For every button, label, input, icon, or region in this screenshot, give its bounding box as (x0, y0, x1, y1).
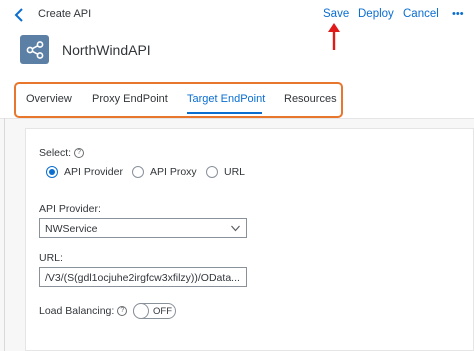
radio-url-label: URL (224, 166, 246, 178)
back-arrow-icon[interactable] (12, 7, 28, 23)
radio-api-proxy-label: API Proxy (150, 166, 197, 178)
more-options-icon[interactable]: ••• (452, 8, 464, 20)
radio-url[interactable] (206, 166, 218, 178)
deploy-button[interactable]: Deploy (358, 8, 394, 20)
help-icon[interactable]: ? (74, 148, 85, 159)
radio-api-provider[interactable] (46, 166, 58, 178)
divider (4, 118, 5, 351)
load-balancing-toggle[interactable]: OFF (133, 303, 176, 319)
tab-highlight-annotation (14, 82, 343, 118)
radio-api-provider-label: API Provider (64, 166, 123, 178)
url-value: /V3/(S(gdl1ocjuhe2irgfcw3xfilzy))/OData.… (45, 272, 240, 284)
target-endpoint-panel (25, 128, 474, 351)
help-icon[interactable]: ? (117, 306, 128, 317)
toggle-state: OFF (153, 306, 172, 317)
shell-bar: Create API Save Deploy Cancel ••• (0, 0, 474, 30)
cancel-button[interactable]: Cancel (403, 8, 439, 20)
save-button[interactable]: Save (323, 8, 349, 20)
api-provider-select[interactable]: NWService (39, 218, 247, 238)
select-label: Select:? (39, 147, 85, 159)
page-title: Create API (38, 8, 92, 20)
annotation-arrow-icon (328, 23, 340, 50)
load-balancing-label: Load Balancing:? (39, 305, 128, 317)
url-field[interactable]: /V3/(S(gdl1ocjuhe2irgfcw3xfilzy))/OData.… (39, 267, 247, 287)
api-provider-value: NWService (45, 223, 98, 235)
toggle-knob (133, 303, 149, 319)
api-share-icon (20, 35, 49, 64)
chevron-down-icon (231, 225, 240, 232)
api-name: NorthWindAPI (62, 42, 151, 58)
url-label: URL: (39, 252, 63, 264)
radio-api-proxy[interactable] (132, 166, 144, 178)
api-provider-label: API Provider: (39, 203, 101, 215)
